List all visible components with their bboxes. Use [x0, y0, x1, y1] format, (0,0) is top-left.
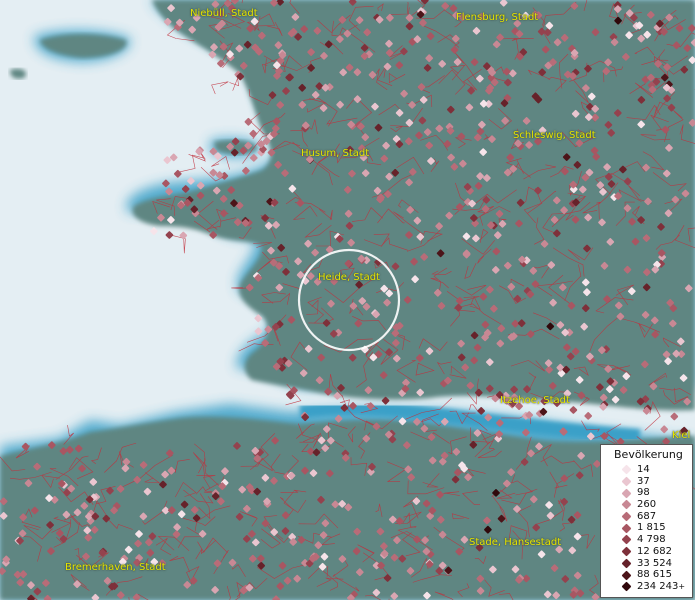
- legend-swatch-icon: [621, 523, 632, 534]
- legend-item: 687: [601, 511, 692, 523]
- legend-label: 37: [637, 475, 650, 487]
- city-label-niebuell[interactable]: Niebüll, Stadt: [190, 8, 258, 19]
- legend-item: 37: [601, 476, 692, 488]
- legend-item: 4 798: [601, 534, 692, 546]
- legend-swatch-icon: [621, 546, 632, 557]
- legend-suffix: +: [678, 581, 686, 591]
- legend-label: 88 615: [637, 569, 672, 581]
- city-label-itzehoe[interactable]: Itzehoe, Stadt: [500, 395, 570, 406]
- city-label-husum[interactable]: Husum, Stadt: [301, 148, 369, 159]
- legend-list: 14 37 98 260 687 1 815 4 798 12 682 33 524 88 615…: [601, 464, 692, 593]
- legend-swatch-icon: [621, 464, 632, 475]
- city-label-bremerhaven[interactable]: Bremerhaven, Stadt: [65, 562, 166, 573]
- population-legend: Bevölkerung 14 37 98 260 687 1 815 4 798 12 682…: [600, 444, 693, 598]
- legend-swatch-icon: [621, 558, 632, 569]
- legend-label: 12 682: [637, 545, 672, 557]
- legend-swatch-icon: [621, 535, 632, 545]
- legend-item: 88 615: [601, 569, 692, 581]
- legend-swatch-icon: [621, 488, 632, 499]
- legend-swatch-icon: [621, 511, 632, 522]
- legend-item: 98: [601, 487, 692, 499]
- legend-title: Bevölkerung: [614, 448, 683, 461]
- legend-swatch-icon: [621, 581, 632, 592]
- legend-label: 14: [637, 464, 650, 475]
- legend-swatch-icon: [621, 476, 632, 487]
- legend-label: 687: [637, 510, 657, 522]
- legend-item: 14: [601, 464, 692, 476]
- map-canvas[interactable]: [0, 0, 695, 600]
- legend-swatch-icon: [621, 499, 632, 510]
- legend-label: 234 243: [637, 580, 679, 592]
- legend-label: 98: [637, 487, 650, 499]
- legend-label: 260: [637, 499, 657, 511]
- city-label-flensburg[interactable]: Flensburg, Stadt: [456, 12, 538, 23]
- legend-label: 33 524: [637, 557, 672, 569]
- legend-swatch-icon: [621, 570, 632, 580]
- city-label-stade[interactable]: Stade, Hansestadt: [469, 537, 561, 548]
- city-label-heide[interactable]: Heide, Stadt: [318, 272, 380, 283]
- legend-item: 1 815: [601, 522, 692, 534]
- legend-label: 4 798: [637, 534, 666, 546]
- city-label-schleswig[interactable]: Schleswig, Stadt: [513, 130, 596, 141]
- legend-label: 1 815: [637, 522, 666, 534]
- legend-item: 33 524: [601, 558, 692, 570]
- city-label-kiel[interactable]: Kiel: [672, 430, 690, 441]
- legend-item: 234 243 +: [601, 581, 692, 593]
- legend-item: 260: [601, 499, 692, 511]
- legend-item: 12 682: [601, 546, 692, 558]
